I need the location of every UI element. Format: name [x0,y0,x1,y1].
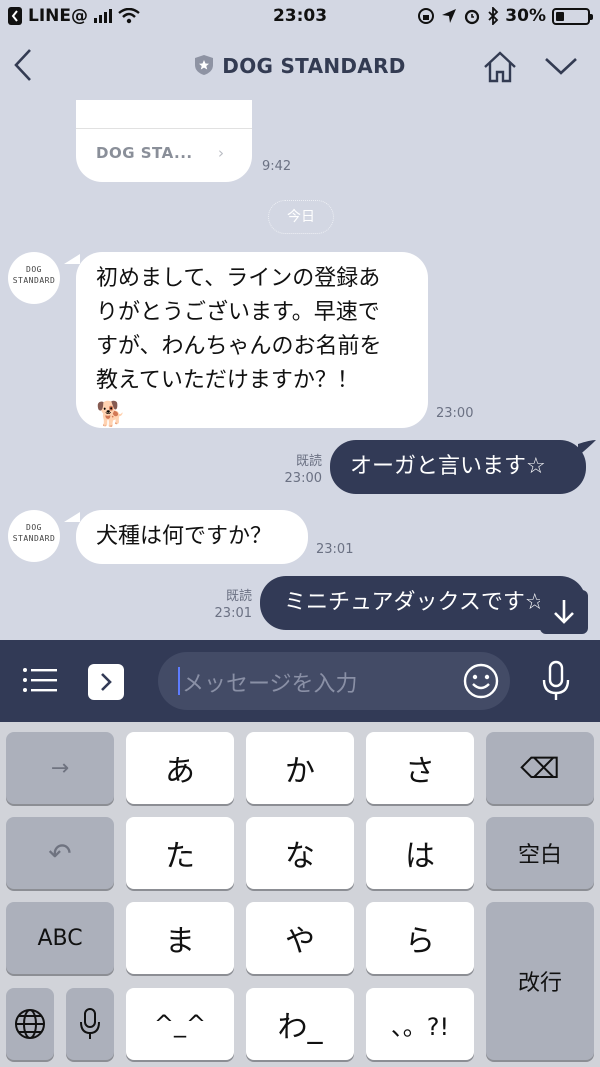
key-ka[interactable]: か [246,732,354,804]
bubble-tail [578,440,596,456]
key-sa[interactable]: さ [366,732,474,804]
outgoing-message[interactable]: ミニチュアダックスです☆ [260,576,586,630]
outgoing-message[interactable]: オーガと言います☆ [330,440,586,494]
chat-area[interactable]: DOG STA... › 9:42 今日 DOG STANDARD 初めまして、ラ… [0,100,600,640]
key-space[interactable]: 空白 [486,817,594,889]
key-kaomoji[interactable]: ^_^ [126,988,234,1060]
read-receipt: 既読 23:01 [214,589,252,621]
chevron-right-icon: › [218,144,224,162]
card-time: 9:42 [262,159,292,174]
avatar[interactable]: DOG STANDARD [8,252,60,304]
message-text: オーガと言います☆ [350,454,546,479]
status-bar: LINE@ 23:03 30% [0,0,600,34]
chevron-down-icon[interactable] [544,56,578,76]
card-link[interactable]: DOG STA... [96,144,193,162]
key-punctuation[interactable]: 、。?! [366,988,474,1060]
message-line: 教えていただけますか？！ [96,368,359,393]
key-wa[interactable]: わ_ [246,988,354,1060]
message-line: すが、わんちゃんのお名前を [96,334,382,359]
verified-shield-icon [195,55,214,75]
location-icon [442,9,457,23]
date-divider: 今日 [268,200,334,234]
key-undo[interactable]: ↶ [6,817,114,889]
microphone-icon [80,1008,100,1039]
bluetooth-icon [488,7,499,25]
japanese-keyboard: → あ か さ ⌫ ↶ た な は 空白 ABC ま や ら 改行 ^_^ わ_… [0,722,600,1067]
text-cursor [178,667,180,695]
read-receipt: 既読 23:00 [284,454,322,486]
emoji-icon[interactable] [462,662,500,700]
incoming-message[interactable]: 犬種は何ですか？ [76,510,308,564]
message-line: りがとうございます。早速で [96,300,380,325]
rich-message-card[interactable]: DOG STA... › [76,100,252,182]
avatar-text: DOG STANDARD [12,523,56,543]
battery-icon [552,7,593,25]
card-divider [76,128,252,129]
key-ra[interactable]: ら [366,902,474,974]
bubble-tail [64,254,80,264]
message-text: 犬種は何ですか？ [96,524,273,549]
key-na[interactable]: な [246,817,354,889]
arrow-down-icon [554,600,574,624]
key-delete[interactable]: ⌫ [486,732,594,804]
dog-emoji: 🐕 [96,400,126,428]
message-text: ミニチュアダックスです☆ [284,590,545,615]
key-ma[interactable]: ま [126,902,234,974]
message-input-bar: メッセージを入力 [0,640,600,722]
message-input[interactable]: メッセージを入力 [158,652,510,710]
home-icon[interactable] [482,50,518,84]
message-time: 23:00 [436,406,474,421]
expand-button[interactable] [88,664,124,700]
chevron-right-icon [101,673,112,691]
rotation-lock-icon [418,8,435,24]
input-placeholder: メッセージを入力 [182,672,358,697]
key-a[interactable]: あ [126,732,234,804]
alarm-icon [465,9,480,25]
message-time: 23:01 [316,542,354,557]
chat-header: DOG STANDARD [0,34,600,100]
globe-icon [15,1009,45,1039]
title-text: DOG STANDARD [222,54,406,78]
bubble-tail [64,512,80,522]
menu-list-icon[interactable] [22,666,58,694]
key-ya[interactable]: や [246,902,354,974]
avatar-text: DOG STANDARD [12,265,56,285]
dictation-key[interactable] [66,988,114,1060]
battery-percent: 30% [505,6,546,26]
key-ha[interactable]: は [366,817,474,889]
key-next-candidate[interactable]: → [6,732,114,804]
key-ta[interactable]: た [126,817,234,889]
microphone-icon[interactable] [540,660,572,702]
key-abc[interactable]: ABC [6,902,114,974]
scroll-to-bottom-button[interactable] [540,590,588,634]
message-line: 初めまして、ラインの登録あ [96,266,381,291]
key-return[interactable]: 改行 [486,902,594,1060]
avatar[interactable]: DOG STANDARD [8,510,60,562]
incoming-message[interactable]: 初めまして、ラインの登録あ りがとうございます。早速で すが、わんちゃんのお名前… [76,252,428,428]
globe-key[interactable] [6,988,54,1060]
